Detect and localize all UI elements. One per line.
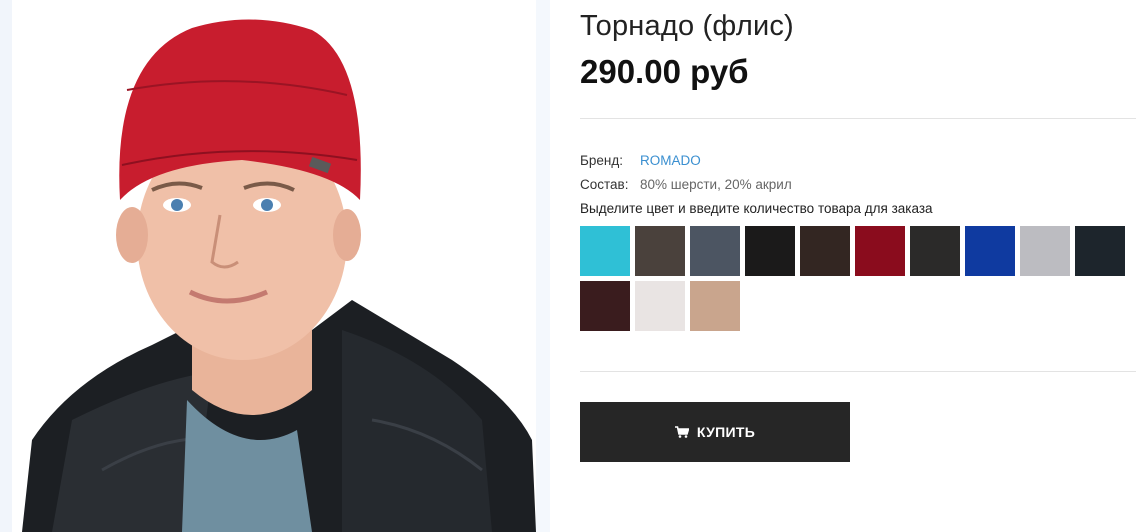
- product-title: Торнадо (флис): [580, 10, 794, 42]
- page-left-gutter: [0, 0, 12, 532]
- color-swatch[interactable]: [800, 226, 850, 276]
- buy-label: КУПИТЬ: [696, 424, 756, 440]
- cart-icon: [674, 426, 689, 438]
- color-swatch[interactable]: [580, 281, 630, 331]
- divider: [580, 371, 1136, 372]
- color-swatch[interactable]: [635, 226, 685, 276]
- color-swatch[interactable]: [1075, 226, 1125, 276]
- product-price: 290.00 руб: [580, 53, 749, 90]
- color-swatch[interactable]: [635, 281, 685, 331]
- product-photo-hat-model: [12, 0, 536, 532]
- product-photo: [12, 0, 536, 532]
- color-swatch[interactable]: [965, 226, 1015, 276]
- color-swatch[interactable]: [580, 226, 630, 276]
- brand-row: Бренд: ROMADO: [580, 153, 701, 168]
- photo-side-gutter: [536, 0, 550, 532]
- brand-link[interactable]: ROMADO: [640, 153, 701, 168]
- buy-button[interactable]: КУПИТЬ: [580, 402, 850, 462]
- color-swatch[interactable]: [745, 226, 795, 276]
- color-swatch[interactable]: [910, 226, 960, 276]
- color-swatch[interactable]: [1020, 226, 1070, 276]
- color-instruction: Выделите цвет и введите количество товар…: [580, 201, 933, 216]
- composition-label: Состав:: [580, 177, 629, 192]
- color-swatch[interactable]: [690, 281, 740, 331]
- brand-label: Бренд:: [580, 153, 623, 168]
- color-swatch[interactable]: [690, 226, 740, 276]
- composition-row: Состав: 80% шерсти, 20% акрил: [580, 177, 792, 192]
- color-swatch[interactable]: [855, 226, 905, 276]
- divider: [580, 118, 1136, 119]
- composition-value: 80% шерсти, 20% акрил: [640, 177, 792, 192]
